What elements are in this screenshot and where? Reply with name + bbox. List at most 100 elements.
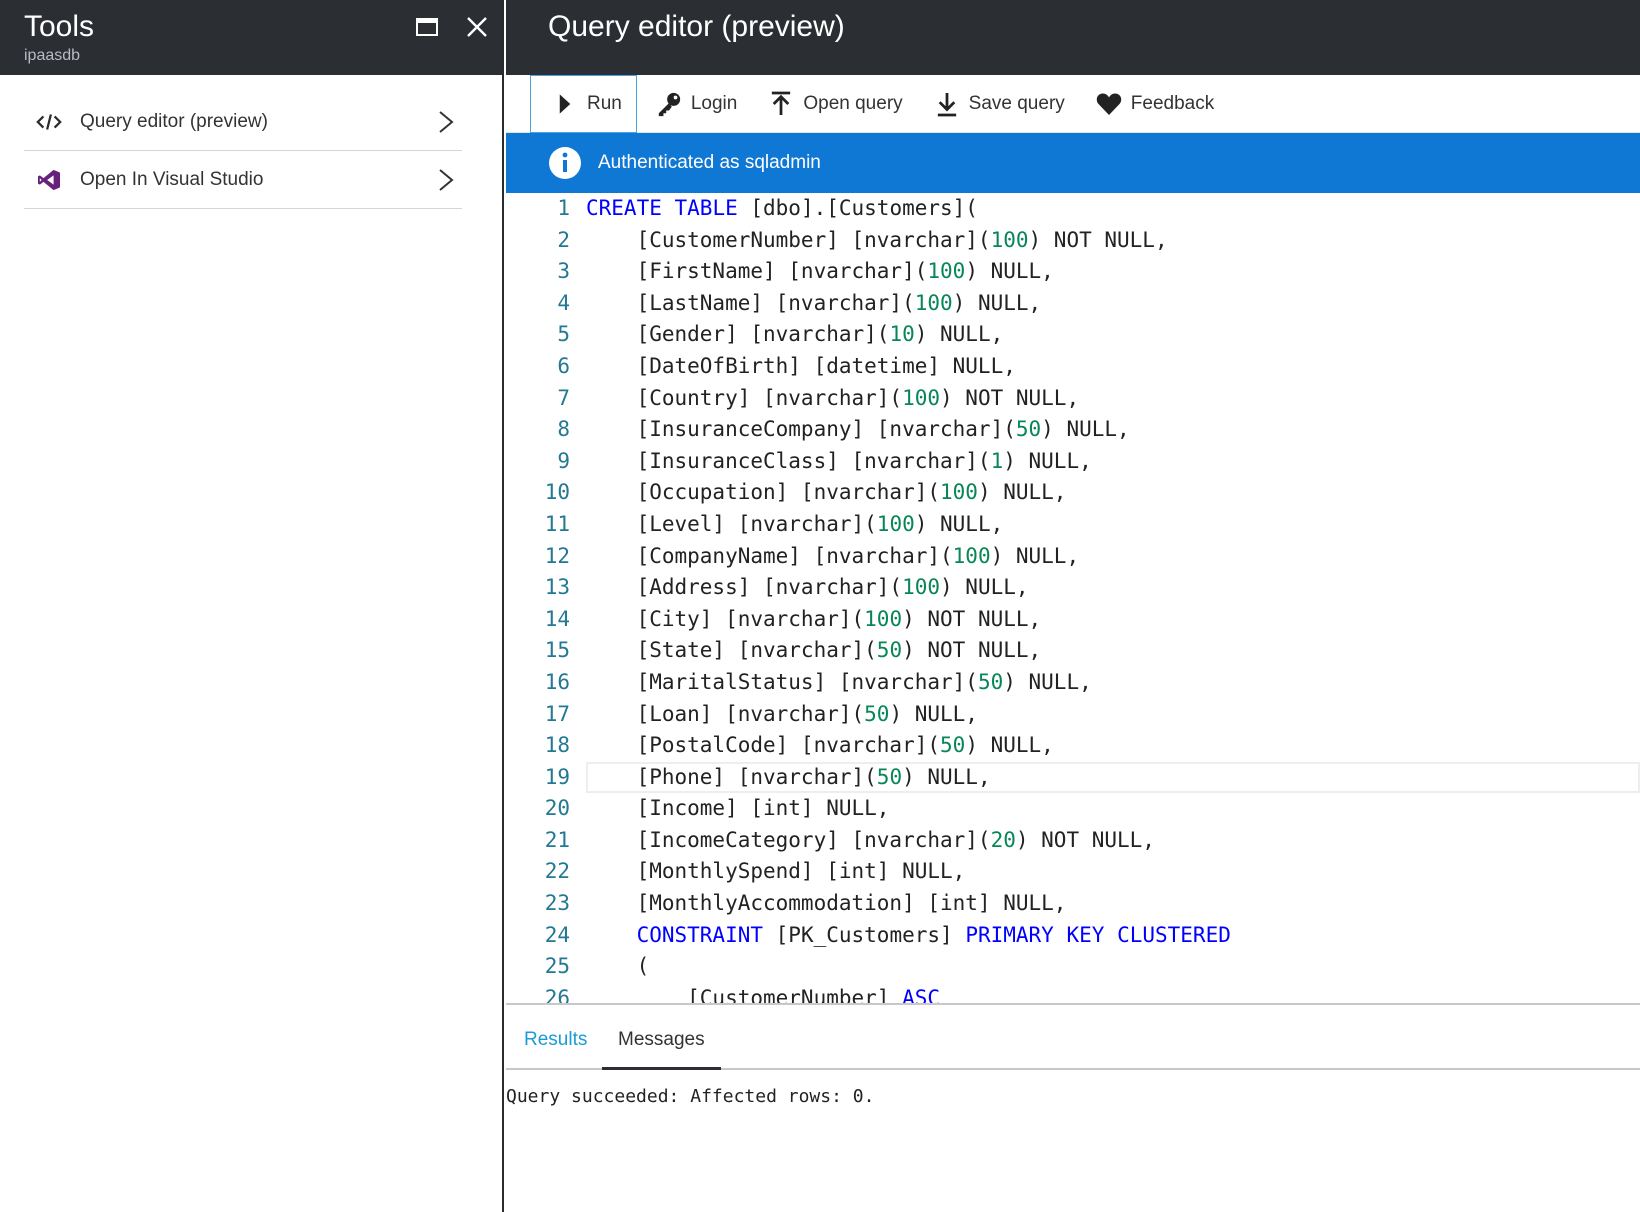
tool-item-open-visual-studio[interactable]: Open In Visual Studio bbox=[24, 151, 462, 209]
code-text: [Address] [nvarchar](100) NULL, bbox=[586, 575, 1029, 600]
code-line[interactable]: 25 ( bbox=[506, 951, 1640, 983]
chevron-right-icon bbox=[439, 111, 454, 133]
code-text: ( bbox=[586, 954, 650, 979]
code-line[interactable]: 10 [Occupation] [nvarchar](100) NULL, bbox=[506, 477, 1640, 509]
toolbar: Run Login Open query Save query Feedback bbox=[506, 74, 1640, 133]
code-text: [CompanyName] [nvarchar](100) NULL, bbox=[586, 543, 1080, 568]
code-line[interactable]: 14 [City] [nvarchar](100) NOT NULL, bbox=[506, 604, 1640, 636]
save-query-button[interactable]: Save query bbox=[919, 75, 1081, 133]
page-title: Query editor (preview) bbox=[548, 10, 845, 43]
code-line[interactable]: 1 CREATE TABLE [dbo].[Customers]( bbox=[506, 193, 1640, 225]
code-text: [CustomerNumber] [nvarchar](100) NOT NUL… bbox=[586, 227, 1168, 252]
code-text: [City] [nvarchar](100) NOT NULL, bbox=[586, 606, 1042, 631]
line-number: 25 bbox=[544, 954, 570, 979]
code-line[interactable]: 8 [InsuranceCompany] [nvarchar](50) NULL… bbox=[506, 414, 1640, 446]
code-line[interactable]: 21 [IncomeCategory] [nvarchar](20) NOT N… bbox=[506, 825, 1640, 857]
login-button[interactable]: Login bbox=[641, 75, 754, 133]
play-icon bbox=[551, 90, 579, 118]
results-tabs: Results Messages bbox=[506, 1010, 1640, 1070]
download-icon bbox=[933, 90, 961, 118]
maximize-button[interactable] bbox=[410, 10, 444, 44]
code-line[interactable]: 9 [InsuranceClass] [nvarchar](1) NULL, bbox=[506, 446, 1640, 478]
save-query-label: Save query bbox=[968, 92, 1065, 114]
tool-item-label: Query editor (preview) bbox=[80, 110, 268, 132]
line-number: 16 bbox=[544, 669, 570, 694]
line-number: 6 bbox=[557, 353, 570, 378]
code-text: [InsuranceClass] [nvarchar](1) NULL, bbox=[586, 448, 1092, 473]
auth-info-bar: Authenticated as sqladmin bbox=[506, 133, 1640, 193]
code-text: CONSTRAINT [PK_Customers] PRIMARY KEY CL… bbox=[636, 922, 1231, 947]
key-icon bbox=[655, 90, 683, 118]
line-number: 7 bbox=[557, 385, 570, 410]
code-icon bbox=[34, 110, 64, 134]
line-number: 20 bbox=[544, 796, 570, 821]
line-number: 23 bbox=[544, 891, 570, 916]
line-number: 24 bbox=[544, 922, 570, 947]
code-text: [Occupation] [nvarchar](100) NULL, bbox=[586, 480, 1067, 505]
line-number: 17 bbox=[544, 701, 570, 726]
code-line[interactable]: 17 [Loan] [nvarchar](50) NULL, bbox=[506, 699, 1640, 731]
code-text: [Gender] [nvarchar](10) NULL, bbox=[586, 322, 1004, 347]
heart-icon bbox=[1095, 90, 1123, 118]
code-line[interactable]: 7 [Country] [nvarchar](100) NOT NULL, bbox=[506, 383, 1640, 415]
line-number: 15 bbox=[544, 638, 570, 663]
line-number: 8 bbox=[557, 417, 570, 442]
code-line[interactable]: 22 [MonthlySpend] [int] NULL, bbox=[506, 856, 1640, 888]
code-line[interactable]: 23 [MonthlyAccommodation] [int] NULL, bbox=[506, 888, 1640, 920]
tab-results[interactable]: Results bbox=[524, 1010, 587, 1070]
line-number: 26 bbox=[544, 985, 570, 1003]
line-number: 12 bbox=[544, 543, 570, 568]
code-line[interactable]: 19 [Phone] [nvarchar](50) NULL, bbox=[506, 761, 1640, 794]
close-button[interactable] bbox=[460, 10, 494, 44]
code-text: [LastName] [nvarchar](100) NULL, bbox=[586, 290, 1042, 315]
line-number: 1 bbox=[557, 196, 570, 220]
code-text: [Phone] [nvarchar](50) NULL, bbox=[586, 764, 991, 789]
code-text: CREATE TABLE [dbo].[Customers]( bbox=[586, 196, 978, 220]
query-editor-blade: Query editor (preview) Run Login Open qu… bbox=[506, 0, 1640, 1212]
code-line[interactable]: 5 [Gender] [nvarchar](10) NULL, bbox=[506, 319, 1640, 351]
code-line[interactable]: 24 CONSTRAINT [PK_Customers] PRIMARY KEY… bbox=[506, 920, 1640, 952]
feedback-label: Feedback bbox=[1130, 92, 1215, 114]
login-label: Login bbox=[690, 92, 738, 114]
code-text: [InsuranceCompany] [nvarchar](50) NULL, bbox=[586, 417, 1130, 442]
open-query-button[interactable]: Open query bbox=[753, 75, 918, 133]
code-line[interactable]: 12 [CompanyName] [nvarchar](100) NULL, bbox=[506, 541, 1640, 573]
line-number: 11 bbox=[544, 511, 570, 536]
code-line[interactable]: 6 [DateOfBirth] [datetime] NULL, bbox=[506, 351, 1640, 383]
line-number: 2 bbox=[557, 227, 570, 252]
code-line[interactable]: 16 [MaritalStatus] [nvarchar](50) NULL, bbox=[506, 667, 1640, 699]
code-line[interactable]: 4 [LastName] [nvarchar](100) NULL, bbox=[506, 288, 1640, 320]
line-number: 19 bbox=[544, 764, 570, 789]
code-line[interactable]: 15 [State] [nvarchar](50) NOT NULL, bbox=[506, 635, 1640, 667]
code-line[interactable]: 26 [CustomerNumber] ASC bbox=[506, 983, 1640, 1003]
code-line[interactable]: 3 [FirstName] [nvarchar](100) NULL, bbox=[506, 256, 1640, 288]
close-icon bbox=[467, 17, 487, 37]
feedback-button[interactable]: Feedback bbox=[1081, 75, 1230, 133]
code-line[interactable]: 20 [Income] [int] NULL, bbox=[506, 793, 1640, 825]
line-number: 4 bbox=[557, 290, 570, 315]
tool-item-query-editor[interactable]: Query editor (preview) bbox=[24, 93, 462, 151]
code-text: [MonthlyAccommodation] [int] NULL, bbox=[586, 891, 1067, 916]
code-line[interactable]: 11 [Level] [nvarchar](100) NULL, bbox=[506, 509, 1640, 541]
code-text: [Level] [nvarchar](100) NULL, bbox=[586, 511, 1004, 536]
code-text: [CustomerNumber] ASC bbox=[586, 985, 941, 1003]
tools-blade-header: Tools ipaasdb bbox=[0, 0, 502, 75]
run-button[interactable]: Run bbox=[530, 74, 637, 133]
tab-messages[interactable]: Messages bbox=[602, 1010, 721, 1070]
line-number: 22 bbox=[544, 859, 570, 884]
query-result-message: Query succeeded: Affected rows: 0. bbox=[506, 1086, 875, 1107]
code-line[interactable]: 2 [CustomerNumber] [nvarchar](100) NOT N… bbox=[506, 225, 1640, 257]
code-line[interactable]: 18 [PostalCode] [nvarchar](50) NULL, bbox=[506, 730, 1640, 762]
code-editor[interactable]: 1 CREATE TABLE [dbo].[Customers]( 2 [Custo… bbox=[506, 193, 1640, 1003]
code-text: [MonthlySpend] [int] NULL, bbox=[586, 859, 966, 884]
line-number: 5 bbox=[557, 322, 570, 347]
info-icon bbox=[549, 147, 581, 179]
code-line[interactable]: 13 [Address] [nvarchar](100) NULL, bbox=[506, 572, 1640, 604]
code-text: [IncomeCategory] [nvarchar](20) NOT NULL… bbox=[586, 827, 1155, 852]
code-text: [DateOfBirth] [datetime] NULL, bbox=[586, 353, 1016, 378]
code-text: [Country] [nvarchar](100) NOT NULL, bbox=[586, 385, 1080, 410]
line-number: 18 bbox=[544, 733, 570, 758]
line-number: 13 bbox=[544, 575, 570, 600]
code-text: [State] [nvarchar](50) NOT NULL, bbox=[586, 638, 1042, 663]
line-number: 3 bbox=[557, 259, 570, 284]
